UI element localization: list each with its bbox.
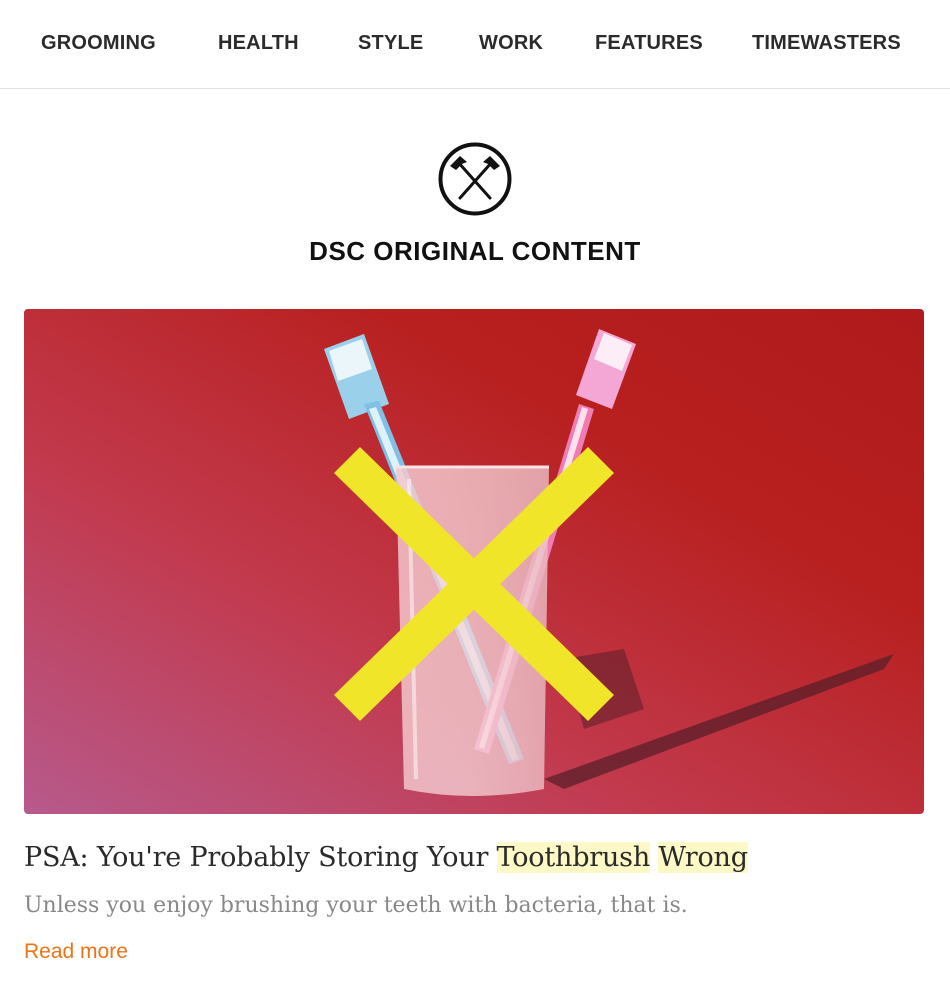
- article-dek: Unless you enjoy brushing your teeth wit…: [24, 893, 688, 918]
- nav-item-grooming[interactable]: GROOMING: [41, 32, 156, 54]
- top-navigation: GROOMING HEALTH STYLE WORK FEATURES TIME…: [0, 0, 950, 89]
- headline-text: PSA: You're Probably Storing Your: [24, 842, 497, 873]
- read-more-link[interactable]: Read more: [24, 940, 128, 964]
- crossed-hammers-icon: [438, 142, 512, 216]
- article-hero-image[interactable]: [24, 309, 924, 814]
- nav-item-style[interactable]: STYLE: [358, 32, 423, 54]
- brand-title: DSC ORIGINAL CONTENT: [309, 236, 641, 266]
- headline-highlight-wrong: Wrong: [658, 842, 748, 873]
- nav-item-features[interactable]: FEATURES: [595, 32, 703, 54]
- brand-header: DSC ORIGINAL CONTENT: [0, 140, 950, 267]
- headline-highlight-toothbrush: Toothbrush: [496, 842, 651, 873]
- nav-item-timewasters[interactable]: TIMEWASTERS: [752, 32, 901, 54]
- nav-item-work[interactable]: WORK: [479, 32, 543, 54]
- nav-item-health[interactable]: HEALTH: [218, 32, 299, 54]
- article-headline[interactable]: PSA: You're Probably Storing Your Toothb…: [24, 842, 748, 873]
- toothbrushes-in-glass-crossed-out-image: [24, 309, 924, 814]
